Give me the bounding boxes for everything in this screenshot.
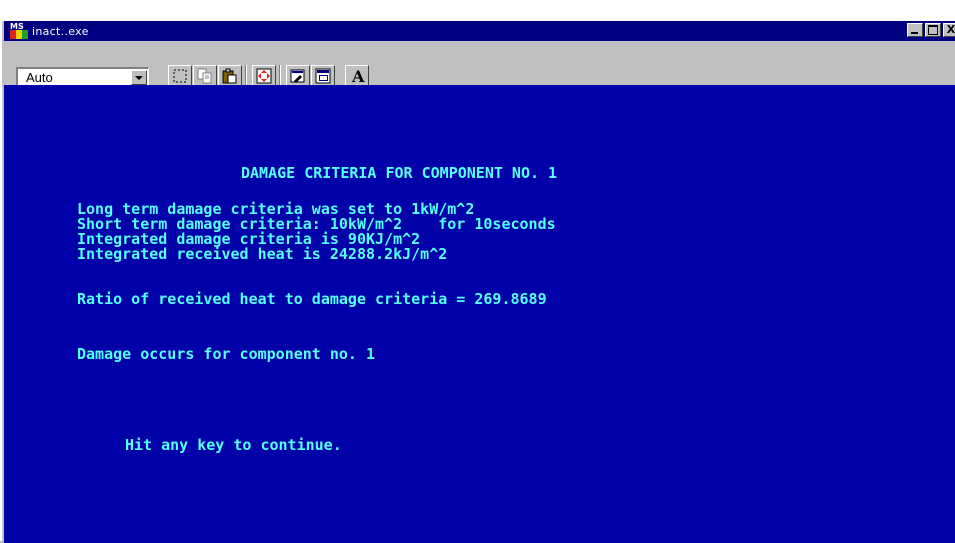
minimize-button[interactable] bbox=[907, 23, 923, 37]
properties-icon bbox=[290, 69, 305, 83]
font-icon: A bbox=[352, 67, 365, 86]
fullscreen-button[interactable] bbox=[252, 65, 276, 87]
mark-icon bbox=[173, 69, 187, 83]
chevron-down-icon[interactable] bbox=[131, 70, 147, 85]
dos-window: MS inact..exe X Auto A DAMAGE CRITERIA F… bbox=[0, 0, 955, 543]
top-strip bbox=[2, 2, 955, 21]
background-icon bbox=[315, 68, 331, 84]
copy-icon bbox=[197, 68, 212, 84]
font-size-value: Auto bbox=[26, 70, 53, 85]
toolbar-separator bbox=[245, 65, 247, 87]
title-bar[interactable]: MS inact..exe X bbox=[4, 21, 955, 41]
copy-button[interactable] bbox=[193, 65, 217, 87]
background-button[interactable] bbox=[311, 65, 335, 87]
console-heading: DAMAGE CRITERIA FOR COMPONENT NO. 1 bbox=[241, 164, 558, 182]
console-output[interactable]: DAMAGE CRITERIA FOR COMPONENT NO. 1 Long… bbox=[4, 85, 955, 543]
paste-icon bbox=[222, 68, 237, 84]
ms-dos-icon[interactable]: MS bbox=[10, 23, 28, 39]
mark-button[interactable] bbox=[168, 65, 192, 87]
toolbar-separator bbox=[279, 65, 281, 87]
window-controls: X bbox=[905, 23, 955, 37]
damage-line: Damage occurs for component no. 1 bbox=[77, 345, 376, 363]
fullscreen-icon bbox=[256, 68, 272, 84]
close-button[interactable]: X bbox=[943, 23, 955, 37]
continue-prompt: Hit any key to continue. bbox=[125, 436, 342, 454]
console-line: Integrated received heat is 24288.2kJ/m^… bbox=[77, 245, 448, 263]
paste-button[interactable] bbox=[218, 65, 242, 87]
ratio-line: Ratio of received heat to damage criteri… bbox=[77, 290, 547, 308]
window-title: inact..exe bbox=[32, 24, 89, 38]
maximize-button[interactable] bbox=[925, 23, 941, 37]
font-button[interactable]: A bbox=[345, 65, 369, 87]
properties-button[interactable] bbox=[286, 65, 310, 87]
